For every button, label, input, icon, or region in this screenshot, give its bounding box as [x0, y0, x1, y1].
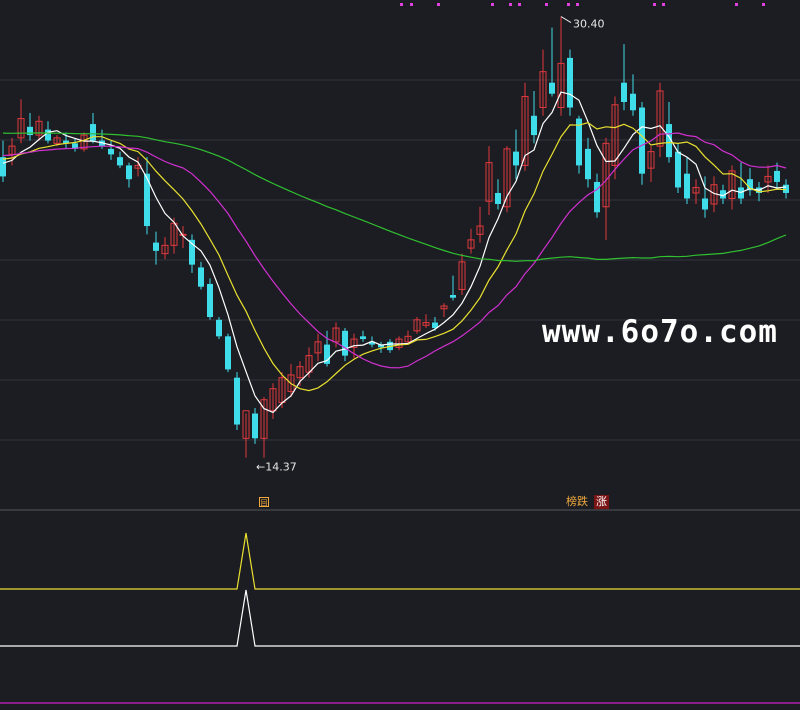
candle-body: [0, 157, 6, 177]
candle-body: [513, 151, 519, 166]
badge-left: 榜跌: [566, 495, 588, 508]
candle-body: [126, 165, 132, 180]
candle-body: [684, 173, 690, 199]
candle-body: [621, 82, 627, 102]
event-dot: [437, 3, 440, 6]
candle-body: [450, 294, 456, 298]
high-price-label: 30.40: [573, 18, 605, 31]
event-dot: [545, 3, 548, 6]
event-dot: [762, 3, 765, 6]
event-dot: [400, 3, 403, 6]
candle-body: [216, 319, 222, 337]
event-markers: [400, 3, 765, 6]
candle-body: [549, 82, 555, 94]
kline-chart: 30.40 ←14.37 www.6o7o.com 回 榜跌 涨: [0, 0, 800, 710]
candle-body: [702, 198, 708, 210]
candle-body: [342, 330, 348, 356]
candles: [0, 16, 789, 458]
event-dot: [410, 3, 413, 6]
candle-body: [225, 336, 231, 370]
candle-body: [117, 157, 123, 166]
candle-body: [774, 170, 780, 182]
candle-body: [207, 283, 213, 318]
candle-body: [567, 57, 573, 108]
candle-body: [108, 148, 114, 155]
event-dot: [518, 3, 521, 6]
signal-line-yellow: [0, 532, 800, 590]
event-dot: [653, 3, 656, 6]
candle-body: [783, 184, 789, 193]
event-dot: [735, 3, 738, 6]
chart-canvas: 30.40 ←14.37: [0, 3, 800, 704]
signal-line-white: [0, 589, 800, 647]
candle-body: [630, 93, 636, 111]
candle-body: [252, 413, 258, 439]
event-dot: [567, 3, 570, 6]
event-dot: [509, 3, 512, 6]
candle-body: [234, 377, 240, 425]
indicator-panel: [0, 532, 800, 647]
candle-body: [495, 192, 501, 204]
candle-body: [675, 151, 681, 188]
candle-body: [360, 336, 366, 340]
candle-body: [531, 115, 537, 136]
event-dot: [662, 3, 665, 6]
candle-body: [153, 242, 159, 251]
candle-body: [45, 129, 51, 141]
event-dot: [576, 3, 579, 6]
candle-body: [585, 148, 591, 180]
event-dot: [491, 3, 494, 6]
candle-body: [639, 107, 645, 174]
candle-body: [198, 267, 204, 287]
low-price-label: ←14.37: [256, 461, 297, 474]
candle-body: [27, 126, 33, 136]
badge-right: 涨: [594, 495, 609, 509]
high-marker-line: [560, 16, 572, 23]
signal-box-marker: 回: [259, 497, 269, 507]
watermark: www.6o7o.com: [542, 314, 778, 350]
